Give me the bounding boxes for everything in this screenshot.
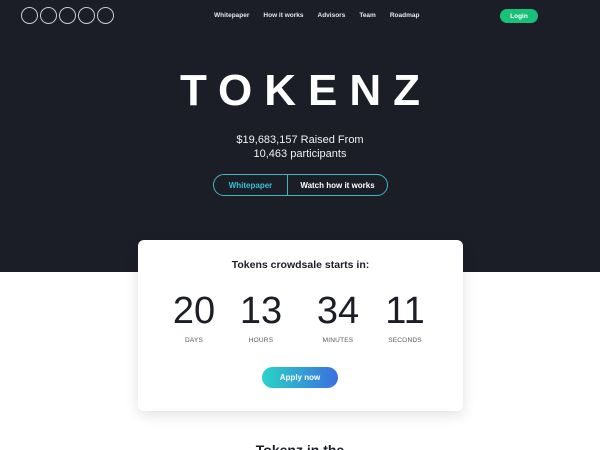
logo-circle-icon (40, 7, 57, 24)
section-heading-partial: Tokenz in the (255, 442, 345, 450)
countdown-hours: 13 HOURS (231, 289, 291, 344)
apply-now-button[interactable]: Apply now (262, 367, 338, 388)
login-button[interactable]: Login (500, 9, 538, 23)
main-nav: Whitepaper How it works Advisors Team Ro… (214, 12, 419, 19)
countdown-card: Tokens crowdsale starts in: 20 DAYS 13 H… (138, 240, 463, 411)
nav-item-team[interactable]: Team (359, 12, 376, 19)
raised-amount-text: $19,683,157 Raised From (236, 134, 364, 146)
watch-how-it-works-button[interactable]: Watch how it works (288, 175, 387, 195)
logo[interactable] (21, 7, 114, 24)
seconds-label: SECONDS (388, 337, 422, 344)
seconds-value: 11 (385, 290, 425, 332)
countdown-title: Tokens crowdsale starts in: (231, 259, 370, 271)
minutes-label: MINUTES (322, 337, 354, 344)
logo-circle-icon (21, 7, 38, 24)
countdown-minutes: 34 MINUTES (308, 289, 368, 344)
minutes-value: 34 (316, 290, 360, 332)
nav-item-how-it-works[interactable]: How it works (263, 12, 303, 19)
hours-value: 13 (239, 290, 283, 332)
days-label: DAYS (184, 337, 204, 344)
countdown-seconds: 11 SECONDS (375, 289, 435, 344)
hours-label: HOURS (248, 337, 274, 344)
whitepaper-button[interactable]: Whitepaper (214, 175, 288, 195)
countdown-days: 20 DAYS (164, 289, 224, 344)
brand-title: TOKENZ (179, 66, 433, 115)
logo-circle-icon (97, 7, 114, 24)
hero-cta-group: Whitepaper Watch how it works (213, 174, 388, 196)
nav-item-roadmap[interactable]: Roadmap (390, 12, 420, 19)
days-value: 20 (172, 290, 216, 332)
nav-item-advisors[interactable]: Advisors (318, 12, 346, 19)
participants-text: 10,463 participants (253, 148, 347, 160)
logo-circle-icon (59, 7, 76, 24)
nav-item-whitepaper[interactable]: Whitepaper (214, 12, 249, 19)
raised-summary: $19,683,157 Raised From 10,463 participa… (0, 133, 600, 161)
logo-circle-icon (78, 7, 95, 24)
hero-section: Whitepaper How it works Advisors Team Ro… (0, 0, 600, 272)
